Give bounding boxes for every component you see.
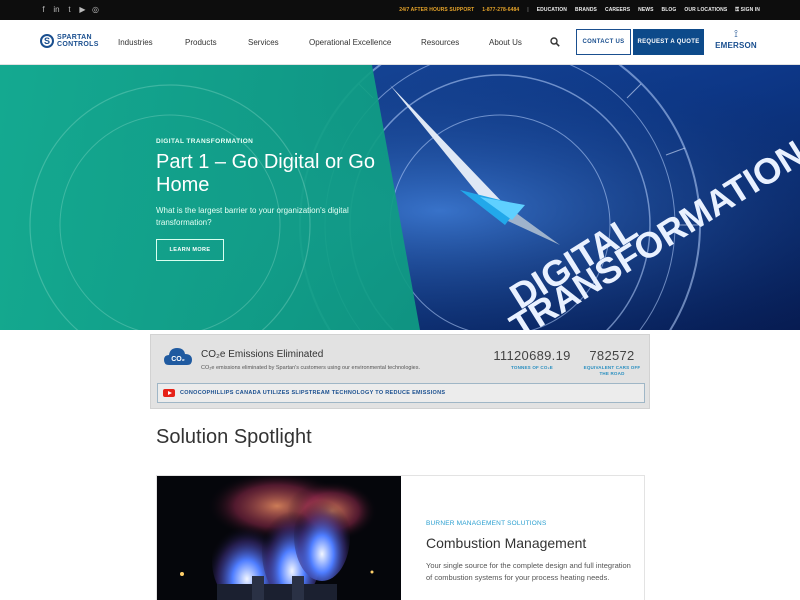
utility-links: 24/7 AFTER HOURS SUPPORT 1-877-278-6484 … — [399, 0, 760, 20]
stat-cars: 782572 EQUIVALENT CARS OFF THE ROAD — [581, 348, 643, 377]
link-blog[interactable]: BLOG — [662, 7, 677, 13]
emerson-logo[interactable]: ⟟ EMERSON — [712, 29, 760, 51]
divider: | — [527, 7, 529, 13]
spotlight-category[interactable]: BURNER MANAGEMENT SOLUTIONS — [426, 520, 547, 527]
solution-spotlight-heading: Solution Spotlight — [156, 426, 312, 448]
stat-cars-label: EQUIVALENT CARS OFF THE ROAD — [583, 365, 641, 376]
youtube-play-icon — [163, 389, 175, 397]
spotlight-title[interactable]: Combustion Management — [426, 535, 586, 551]
social-links: f in t ▶ ◎ — [40, 4, 99, 16]
link-careers[interactable]: CAREERS — [605, 7, 630, 13]
facebook-icon[interactable]: f — [40, 4, 47, 16]
logo-wordmark: SPARTAN CONTROLS — [57, 34, 99, 48]
nav-resources[interactable]: Resources — [421, 38, 459, 47]
instagram-icon[interactable]: ◎ — [92, 4, 99, 16]
logo-line-2: CONTROLS — [57, 41, 99, 48]
link-sign-in[interactable]: ⚿ SIGN IN — [735, 7, 760, 13]
hero-background-image: DIGITAL TRANSFORMATION — [0, 65, 800, 330]
lock-icon: ⚿ — [735, 7, 740, 13]
nav-about-us[interactable]: About Us — [489, 38, 522, 47]
stat-tonnes-label: TONNES OF CO₂E — [511, 365, 553, 370]
main-header: S SPARTAN CONTROLS Industries Products S… — [0, 20, 800, 65]
link-brands[interactable]: BRANDS — [575, 7, 597, 13]
hero-content: DIGITAL TRANSFORMATION Part 1 – Go Digit… — [156, 138, 386, 261]
stat-tonnes-value: 11120689.19 — [493, 348, 571, 363]
learn-more-button[interactable]: LEARN MORE — [156, 239, 224, 261]
spotlight-description: Your single source for the complete desi… — [426, 561, 631, 582]
hero-eyebrow: DIGITAL TRANSFORMATION — [156, 138, 254, 145]
sign-in-label: SIGN IN — [740, 7, 760, 13]
link-education[interactable]: EDUCATION — [537, 7, 567, 13]
nav-products[interactable]: Products — [185, 38, 217, 47]
emissions-video-link[interactable]: CONOCOPHILLIPS CANADA UTILIZES SLIPSTREA… — [157, 383, 645, 403]
request-quote-button[interactable]: REQUEST A QUOTE — [633, 29, 704, 55]
spartan-logo[interactable]: S SPARTAN CONTROLS — [40, 34, 99, 48]
spartan-logo-icon: S — [40, 34, 54, 48]
logo-line-1: SPARTAN — [57, 34, 92, 41]
support-label: 24/7 AFTER HOURS SUPPORT — [399, 7, 475, 13]
hero-banner: DIGITAL TRANSFORMATION DIGITAL TRANSFORM… — [0, 65, 800, 330]
emerson-wordmark: EMERSON — [715, 41, 757, 50]
stat-cars-value: 782572 — [589, 348, 635, 363]
spotlight-card[interactable]: BURNER MANAGEMENT SOLUTIONS Combustion M… — [156, 475, 645, 600]
twitter-icon[interactable]: t — [66, 4, 73, 16]
stat-tonnes: 11120689.19 TONNES OF CO₂E — [491, 348, 573, 371]
contact-us-button[interactable]: CONTACT US — [576, 29, 631, 55]
link-news[interactable]: NEWS — [638, 7, 653, 13]
linkedin-icon[interactable]: in — [53, 4, 60, 16]
emissions-description: CO₂e emissions eliminated by Spartan's c… — [201, 365, 421, 371]
co2-badge-text: CO₂ — [171, 356, 185, 363]
emerson-mark-icon: ⟟ — [734, 29, 738, 40]
emissions-title: CO₂e Emissions Eliminated — [201, 349, 324, 360]
support-phone[interactable]: 1-877-278-6484 — [482, 7, 519, 13]
hero-subtitle: What is the largest barrier to your orga… — [156, 206, 349, 227]
hero-title: Part 1 – Go Digital or Go Home — [156, 151, 375, 196]
utility-bar: f in t ▶ ◎ 24/7 AFTER HOURS SUPPORT 1-87… — [0, 0, 800, 20]
search-icon[interactable] — [550, 37, 560, 47]
combustion-flame-image — [157, 476, 401, 600]
co2-cloud-icon: CO₂ — [164, 348, 192, 365]
nav-operational-excellence[interactable]: Operational Excellence — [309, 38, 391, 47]
nav-services[interactable]: Services — [248, 38, 279, 47]
nav-industries[interactable]: Industries — [118, 38, 153, 47]
emissions-widget: CO₂ CO₂e Emissions Eliminated CO₂e emiss… — [150, 334, 650, 409]
youtube-icon[interactable]: ▶ — [79, 4, 86, 16]
link-our-locations[interactable]: OUR LOCATIONS — [684, 7, 727, 13]
emissions-video-link-text: CONOCOPHILLIPS CANADA UTILIZES SLIPSTREA… — [180, 390, 446, 396]
